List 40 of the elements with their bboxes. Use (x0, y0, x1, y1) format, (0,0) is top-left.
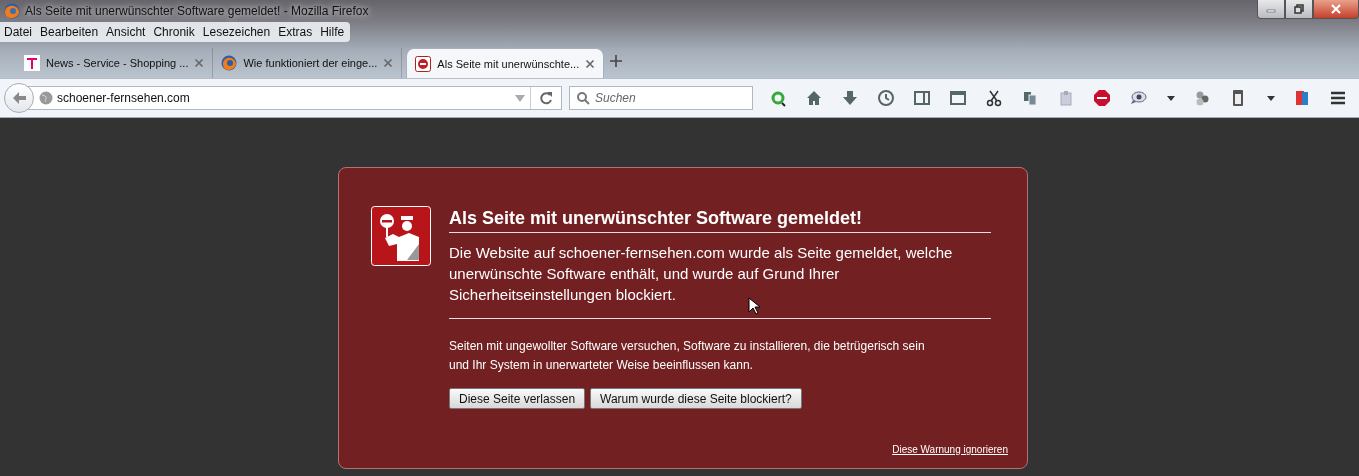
close-icon (1331, 4, 1341, 14)
search-field[interactable]: Suchen (569, 86, 753, 110)
restore-icon (1294, 4, 1304, 14)
globe-fox-icon (221, 55, 238, 71)
window-icon[interactable] (949, 89, 969, 107)
ignore-warning-link[interactable]: Diese Warnung ignorieren (892, 444, 1008, 455)
window-title: Als Seite mit unerwünschter Software gemeldet! - Mozilla Firefox (25, 4, 369, 18)
browser-tab[interactable]: Als Seite mit unerwünschte... (406, 48, 605, 78)
menu-item[interactable]: Extras (274, 25, 317, 39)
mouse-pointer-icon (748, 297, 760, 315)
restore-button[interactable] (1285, 0, 1313, 19)
menu-item[interactable]: Lesezeichen (198, 25, 275, 39)
search-icon (576, 91, 590, 105)
close-tab-icon[interactable] (383, 58, 394, 68)
blocked-icon (415, 55, 432, 72)
close-button[interactable] (1313, 0, 1359, 19)
sidebar-icon[interactable] (913, 89, 933, 107)
close-tab-icon[interactable] (194, 58, 205, 68)
menu-item[interactable]: Ansicht (102, 25, 150, 39)
new-tab-icon[interactable] (610, 54, 623, 67)
officer-warning-icon (371, 206, 431, 266)
minimize-button[interactable] (1257, 0, 1285, 19)
menu-item[interactable]: Bearbeiten (36, 25, 103, 39)
close-tab-icon[interactable] (585, 58, 596, 69)
t-logo-icon (24, 55, 40, 71)
warning-note: Seiten mit ungewollter Software versuchen, Software zu installieren, die betrügerisch sein und Ihr System in unerwarteter Weise beeinflussen kann. (449, 338, 926, 374)
page-button[interactable]: Warum wurde diese Seite blockiert? (590, 388, 802, 409)
back-arrow-icon (11, 90, 27, 106)
page-button[interactable]: Diese Seite verlassen (449, 388, 586, 409)
menu-item[interactable]: Chronik (149, 25, 199, 39)
globe-icon (39, 91, 53, 105)
back-button[interactable] (4, 83, 34, 113)
reload-icon[interactable] (539, 91, 553, 105)
clock-icon[interactable] (877, 89, 897, 107)
menu-item[interactable]: Datei (0, 25, 36, 39)
address-field[interactable]: schoener-fernsehen.com (28, 86, 562, 110)
speech-bubble-icon[interactable] (1129, 89, 1149, 107)
firefox-logo-icon (4, 3, 20, 19)
warning-title: Als Seite mit unerwünschter Software gemeldet! (449, 208, 991, 233)
menu-item[interactable]: Hilfe (316, 25, 349, 39)
